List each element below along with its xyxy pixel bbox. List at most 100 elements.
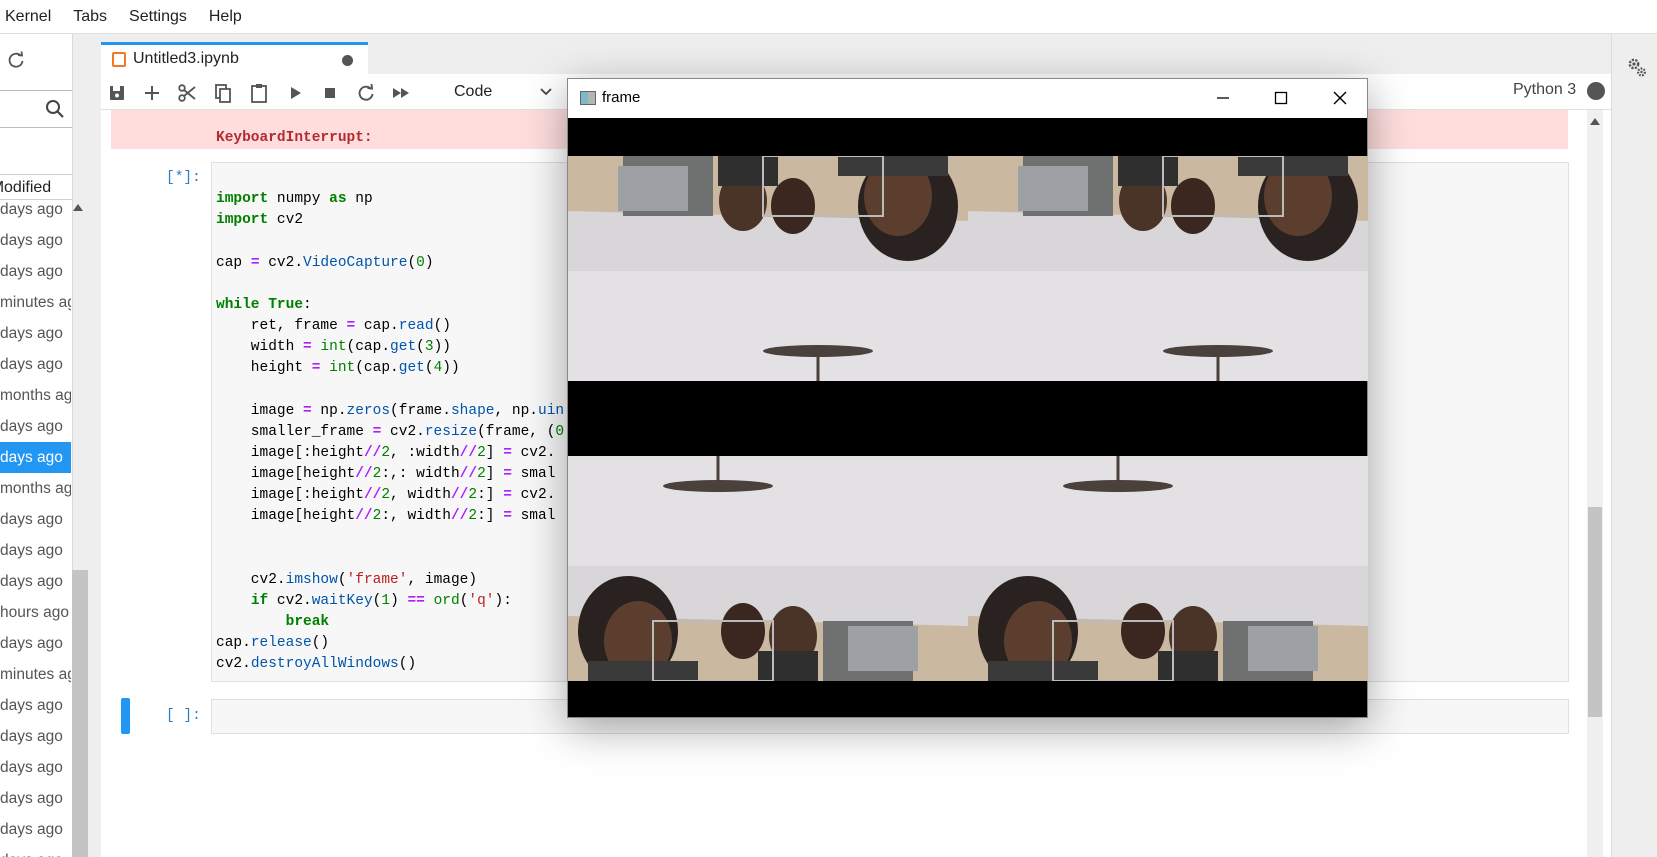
code-line: image = np.zeros(frame.shape, np.uin: [216, 403, 565, 419]
file-list-row[interactable]: days ago: [0, 721, 71, 752]
copy-icon[interactable]: [212, 82, 234, 104]
notebook-scrollbar[interactable]: [1587, 110, 1603, 857]
file-list-scrollbar-thumb[interactable]: [72, 570, 88, 857]
paste-icon[interactable]: [248, 82, 270, 104]
file-list-row[interactable]: days ago: [0, 566, 71, 597]
kernel-status-icon: [1587, 82, 1605, 100]
unsaved-indicator-icon[interactable]: [342, 55, 353, 66]
cut-icon[interactable]: [176, 82, 198, 104]
file-list-row[interactable]: minutes ago: [0, 287, 71, 318]
file-modified-text: hours ago: [0, 604, 69, 621]
file-modified-text: days ago: [0, 449, 63, 466]
file-modified-text: days ago: [0, 201, 63, 218]
file-list-row[interactable]: months ago: [0, 473, 71, 504]
file-list-row[interactable]: days ago: [0, 690, 71, 721]
file-modified-text: days ago: [0, 232, 63, 249]
search-icon: [46, 100, 64, 118]
chevron-down-icon[interactable]: [539, 79, 553, 103]
jupyterlab-screen: Kernel Tabs Settings Help Last Modified …: [0, 0, 1657, 857]
restart-icon[interactable]: [355, 82, 377, 104]
file-modified-text: days ago: [0, 542, 63, 559]
add-icon[interactable]: [141, 82, 163, 104]
file-modified-text: days ago: [0, 697, 63, 714]
file-list-row[interactable]: days ago: [0, 628, 71, 659]
code-line: cv2.destroyAllWindows(): [216, 656, 417, 672]
webcam-quadrant-bottom-left: [568, 456, 968, 681]
scroll-up-icon[interactable]: [1590, 118, 1600, 125]
file-list-row[interactable]: minutes ago: [0, 659, 71, 690]
refresh-icon[interactable]: [6, 50, 26, 70]
menu-tabs[interactable]: Tabs: [62, 0, 118, 34]
menu-settings[interactable]: Settings: [118, 0, 198, 34]
file-list-row[interactable]: days ago: [0, 318, 71, 349]
file-list-row[interactable]: days ago: [0, 256, 71, 287]
file-modified-text: days ago: [0, 573, 63, 590]
close-icon[interactable]: [1330, 88, 1350, 108]
kernel-name[interactable]: Python 3: [1513, 81, 1576, 99]
file-modified-text: days ago: [0, 635, 63, 652]
tab-title: Untitled3.ipynb: [133, 50, 239, 67]
right-sidebar: [1611, 34, 1657, 857]
webcam-quadrant-top-right: [968, 156, 1368, 381]
file-list-row[interactable]: days ago: [0, 225, 71, 256]
file-search-input[interactable]: [0, 90, 72, 128]
menu-help[interactable]: Help: [198, 0, 253, 34]
gear-icon[interactable]: [1625, 56, 1649, 80]
file-list-row[interactable]: days ago: [0, 535, 71, 566]
file-list-row[interactable]: days ago: [0, 442, 71, 473]
file-list-row[interactable]: days ago: [0, 349, 71, 380]
file-modified-text: days ago: [0, 325, 63, 342]
stop-icon[interactable]: [319, 82, 341, 104]
file-modified-text: minutes ago: [0, 294, 71, 311]
code-line: while True:: [216, 297, 312, 313]
code-line: import cv2: [216, 212, 304, 228]
file-list-row[interactable]: days ago: [0, 411, 71, 442]
file-list-row[interactable]: months ago: [0, 380, 71, 411]
webcam-quadrant-bottom-right: [968, 456, 1368, 681]
webcam-image: [568, 156, 968, 381]
file-list-row[interactable]: days ago: [0, 814, 71, 845]
window-title: frame: [602, 89, 641, 106]
notebook-scrollbar-thumb[interactable]: [1588, 507, 1602, 717]
webcam-image: [968, 156, 1368, 381]
run-icon[interactable]: [284, 82, 306, 104]
opencv-frame-window[interactable]: frame: [567, 78, 1368, 718]
cell-prompt: [*]:: [166, 170, 201, 186]
file-list-row[interactable]: days ago: [0, 752, 71, 783]
file-modified-text: days ago: [0, 511, 63, 528]
fast-forward-icon[interactable]: [390, 82, 412, 104]
active-cell-indicator: [121, 698, 130, 734]
file-list-scroll-up-icon[interactable]: [73, 204, 83, 211]
code-line: image[height//2:,: width//2] = smal: [216, 466, 556, 482]
code-line: ret, frame = cap.read(): [216, 318, 451, 334]
file-modified-text: days ago: [0, 728, 63, 745]
code-line: image[:height//2, :width//2] = cv2.: [216, 445, 556, 461]
code-line: cap.release(): [216, 635, 330, 651]
file-browser-panel: Last Modified days agodays agodays agomi…: [0, 34, 73, 857]
save-icon[interactable]: [106, 82, 128, 104]
file-list-row[interactable]: hours ago: [0, 597, 71, 628]
code-line: image[height//2:, width//2:] = smal: [216, 508, 556, 524]
file-modified-text: days ago: [0, 845, 71, 857]
code-line: if cv2.waitKey(1) == ord('q'):: [250, 593, 512, 609]
window-app-icon: [580, 91, 596, 105]
menu-kernel[interactable]: Kernel: [0, 0, 62, 34]
code-line: cap = cv2.VideoCapture(0): [216, 255, 434, 271]
file-list-row[interactable]: days ago: [0, 504, 71, 535]
file-list-row[interactable]: days ago: [0, 845, 71, 857]
file-modified-text: days ago: [0, 418, 63, 435]
file-list-row[interactable]: days ago: [0, 783, 71, 814]
file-modified-text: days ago: [0, 356, 63, 373]
notebook-icon: [112, 52, 126, 67]
file-modified-text: days ago: [0, 759, 63, 776]
video-frame-canvas: [568, 118, 1368, 717]
file-modified-text: minutes ago: [0, 666, 71, 683]
maximize-icon[interactable]: [1271, 88, 1291, 108]
code-line: width = int(cap.get(3)): [216, 339, 451, 355]
file-list-row[interactable]: days ago: [0, 194, 71, 225]
minimize-icon[interactable]: [1213, 88, 1233, 108]
code-line: smaller_frame = cv2.resize(frame, (0: [216, 424, 565, 440]
window-titlebar[interactable]: frame: [568, 79, 1367, 118]
code-line: break: [285, 614, 330, 630]
tab-untitled3[interactable]: Untitled3.ipynb: [101, 42, 368, 74]
